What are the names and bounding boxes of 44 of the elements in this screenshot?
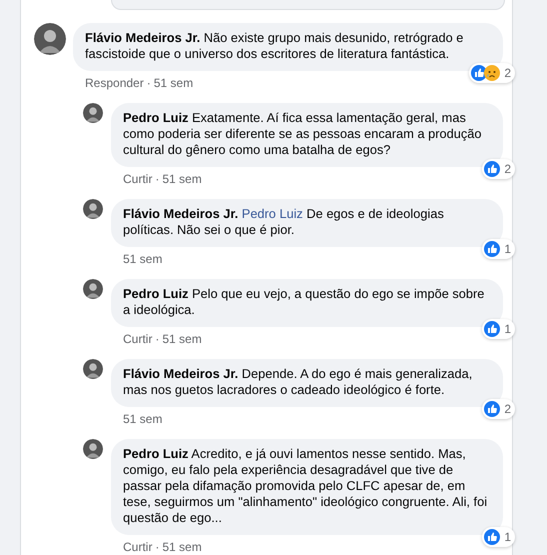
sad-face-icon bbox=[484, 65, 500, 81]
comment-time[interactable]: 51 sem bbox=[162, 172, 202, 187]
comment-time[interactable]: 51 sem bbox=[162, 332, 202, 347]
comment-time[interactable]: 51 sem bbox=[123, 252, 162, 267]
like-icon bbox=[484, 529, 500, 545]
avatar[interactable] bbox=[34, 23, 66, 55]
avatar[interactable] bbox=[83, 103, 103, 123]
reaction-badge[interactable]: 1 bbox=[482, 527, 515, 547]
separator-dot: · bbox=[146, 76, 151, 91]
reaction-badge[interactable]: 1 bbox=[482, 239, 515, 259]
action-link[interactable]: Curtir bbox=[123, 172, 152, 187]
like-icon bbox=[484, 401, 500, 417]
reaction-badge[interactable]: 1 bbox=[482, 319, 515, 339]
action-link[interactable]: Curtir bbox=[123, 540, 152, 555]
separator-dot: · bbox=[155, 172, 160, 187]
reaction-count: 1 bbox=[504, 241, 511, 257]
action-link[interactable]: Responder bbox=[85, 76, 144, 91]
comment-time[interactable]: 51 sem bbox=[154, 76, 194, 91]
reaction-count: 1 bbox=[504, 321, 511, 337]
reaction-badge[interactable]: 2 bbox=[482, 399, 515, 419]
reaction-count: 2 bbox=[504, 161, 511, 177]
comment-text: Flávio Medeiros Jr. Não existe grupo mais desunido, retrógrado e fascistoide que o universo dos escritores de literatura fantástica. bbox=[85, 30, 464, 61]
reaction-count: 2 bbox=[504, 401, 511, 417]
comment-time[interactable]: 51 sem bbox=[162, 540, 202, 555]
comment-text: Pedro Luiz Acredito, e já ouvi lamentos nesse sentido. Mas, comigo, eu falo pela experiência desagradável que tive de passar pela difamação promovida pelo CLFC apesar de, em tese, seguirmos um "alinhamento" ideológico congruente. Ali, foi questão de ego... bbox=[123, 446, 488, 525]
separator-dot: · bbox=[155, 540, 160, 555]
avatar[interactable] bbox=[83, 359, 103, 379]
reaction-count: 2 bbox=[504, 65, 511, 81]
reaction-badge[interactable]: 2 bbox=[482, 159, 515, 179]
comment-text: Flávio Medeiros Jr. Depende. A do ego é mais generalizada, mas nos guetos lacradores o cadeado ideológico é forte. bbox=[123, 366, 472, 397]
avatar[interactable] bbox=[83, 199, 103, 219]
comment-text: Flávio Medeiros Jr. Pedro Luiz De egos e de ideologias políticas. Não sei o que é pior. bbox=[123, 206, 444, 237]
comment-text: Pedro Luiz Exatamente. Aí fica essa lamentação geral, mas como poderia ser diferente se as pessoas encaram a produção cultural do gênero como uma batalha de egos? bbox=[123, 110, 482, 157]
action-link[interactable]: Curtir bbox=[123, 332, 152, 347]
like-icon bbox=[484, 321, 500, 337]
comment-text: Pedro Luiz Pelo que eu vejo, a questão do ego se impõe sobre a ideológica. bbox=[123, 286, 484, 317]
avatar[interactable] bbox=[83, 439, 103, 459]
like-icon bbox=[484, 241, 500, 257]
comment-time[interactable]: 51 sem bbox=[123, 412, 162, 427]
like-icon bbox=[484, 161, 500, 177]
avatar[interactable] bbox=[83, 279, 103, 299]
reaction-badge[interactable]: 2 bbox=[469, 63, 515, 83]
reaction-count: 1 bbox=[504, 529, 511, 545]
separator-dot: · bbox=[155, 332, 160, 347]
